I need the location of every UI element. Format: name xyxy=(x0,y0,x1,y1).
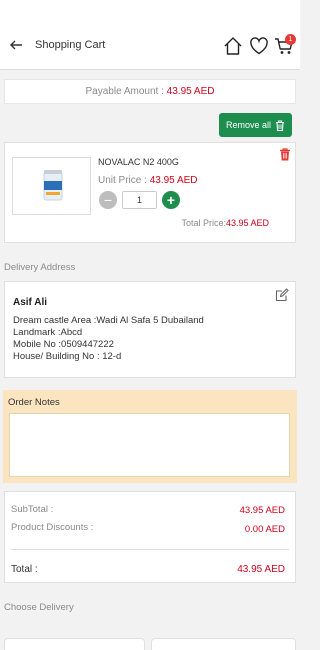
cart-count-badge: 1 xyxy=(285,34,296,45)
total-label: Total : xyxy=(11,564,38,575)
product-name: NOVALAC N2 400G xyxy=(98,157,179,167)
delivery-address-heading: Delivery Address xyxy=(4,262,76,273)
remove-all-label: Remove all xyxy=(225,120,272,130)
discount-label: Product Discounts : xyxy=(11,522,94,533)
total-price-value: 43.95 AED xyxy=(225,218,269,228)
edit-address-icon[interactable] xyxy=(275,288,289,302)
trash-icon xyxy=(276,119,285,131)
unit-price: Unit Price : 43.95 AED xyxy=(98,175,198,186)
address-landmark: Landmark :Abcd xyxy=(13,327,83,338)
order-notes-title: Order Notes xyxy=(8,397,60,408)
choose-delivery-heading: Choose Delivery xyxy=(4,602,74,613)
subtotal-label: SubTotal : xyxy=(11,504,54,515)
payable-amount: 43.95 AED xyxy=(166,86,215,97)
total-price-label: Total Price: xyxy=(181,218,226,228)
order-notes-section: Order Notes xyxy=(3,390,297,483)
order-notes-textarea[interactable] xyxy=(9,413,290,477)
unit-price-label: Unit Price : xyxy=(98,175,150,186)
subtotal-value: 43.95 AED xyxy=(239,505,285,516)
delivery-option-card[interactable] xyxy=(151,638,296,650)
heart-icon[interactable] xyxy=(249,36,269,56)
item-total-price: Total Price:43.95 AED xyxy=(181,218,269,228)
address-house: House/ Building No : 12-d xyxy=(13,351,122,362)
payable-amount-bar: Payable Amount : 43.95 AED xyxy=(4,79,296,104)
quantity-decrease-button[interactable]: − xyxy=(99,191,117,209)
cart-item-card: NOVALAC N2 400G Unit Price : 43.95 AED −… xyxy=(4,142,296,243)
delete-item-icon[interactable] xyxy=(279,148,291,161)
discount-value: 0.00 AED xyxy=(244,524,285,535)
home-icon[interactable] xyxy=(223,36,243,56)
unit-price-value: 43.95 AED xyxy=(149,175,198,186)
delivery-option-card[interactable] xyxy=(4,638,145,650)
address-name: Asif Ali xyxy=(13,297,48,308)
back-arrow-icon[interactable] xyxy=(9,38,23,52)
address-card: Asif Ali Dream castle Area :Wadi Al Safa… xyxy=(4,281,296,378)
quantity-input[interactable]: 1 xyxy=(122,191,157,209)
product-can-image xyxy=(43,170,63,201)
quantity-increase-button[interactable]: + xyxy=(162,191,180,209)
summary-divider xyxy=(11,549,289,550)
address-area: Dream castle Area :Wadi Al Safa 5 Dubail… xyxy=(13,315,204,326)
order-summary: SubTotal : 43.95 AED Product Discounts :… xyxy=(4,491,296,583)
remove-all-button[interactable]: Remove all xyxy=(219,113,292,137)
product-image[interactable] xyxy=(12,157,91,215)
total-value: 43.95 AED xyxy=(237,564,285,575)
address-mobile: Mobile No :0509447222 xyxy=(13,339,114,350)
app-header: Shopping Cart 1 xyxy=(0,0,300,70)
payable-label: Payable Amount : xyxy=(85,86,167,97)
page-title: Shopping Cart xyxy=(35,39,106,51)
